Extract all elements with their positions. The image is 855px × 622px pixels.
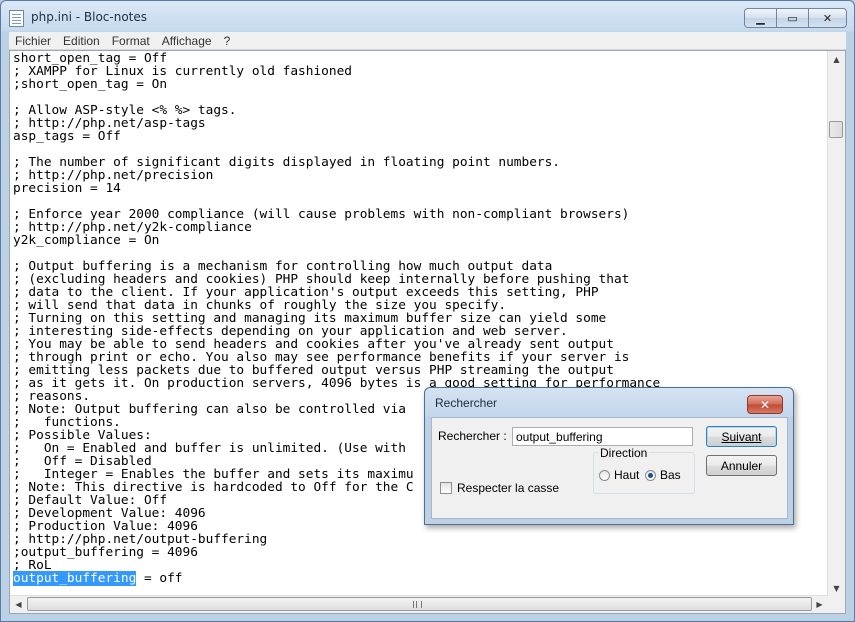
maximize-button[interactable]: ▭ — [776, 8, 809, 28]
window-title: php.ini - Bloc-notes — [31, 10, 148, 24]
scroll-up-arrow-icon[interactable]: ▲ — [828, 51, 845, 68]
minimize-button[interactable]: ▁ — [744, 8, 777, 28]
direction-up-radio[interactable] — [599, 470, 610, 481]
editor-line: ;output_buffering = 4096 — [13, 545, 198, 560]
scroll-right-arrow-icon[interactable]: ▶ — [811, 596, 828, 613]
menu-format[interactable]: Format — [106, 34, 156, 48]
line-remainder: = off — [136, 571, 183, 586]
menu-affichage[interactable]: Affichage — [156, 34, 218, 48]
find-dialog-body: Rechercher : Suivant Annuler Direction H… — [431, 417, 788, 519]
horizontal-scrollbar[interactable]: ◀ ▶ — [10, 595, 828, 613]
menu-edition[interactable]: Edition — [57, 34, 106, 48]
search-input[interactable] — [512, 427, 693, 446]
direction-group-label: Direction — [598, 446, 650, 460]
editor-line-current: output_buffering = off — [13, 571, 825, 586]
title-bar[interactable]: php.ini - Bloc-notes ▁ ▭ ✕ — [1, 1, 854, 32]
cancel-button[interactable]: Annuler — [706, 455, 777, 476]
editor-line: precision = 14 — [13, 181, 121, 196]
scroll-corner — [828, 596, 845, 613]
find-dialog: Rechercher ✕ Rechercher : Suivant Annule… — [424, 387, 794, 525]
search-label: Rechercher : — [438, 429, 507, 443]
selected-text: output_buffering — [13, 571, 137, 586]
editor-line: ;short_open_tag = On — [13, 77, 168, 92]
horizontal-scroll-thumb[interactable] — [27, 597, 812, 611]
scroll-left-arrow-icon[interactable]: ◀ — [10, 596, 27, 613]
menu-fichier[interactable]: Fichier — [9, 34, 57, 48]
caption-buttons: ▁ ▭ ✕ — [744, 8, 847, 28]
match-case-checkbox[interactable] — [440, 482, 452, 494]
find-dialog-close-button[interactable]: ✕ — [747, 395, 783, 414]
editor-line: ; http://php.net/asp-tags — [13, 116, 206, 131]
scroll-down-arrow-icon[interactable]: ▼ — [828, 580, 845, 597]
notepad-window: php.ini - Bloc-notes ▁ ▭ ✕ Fichier Editi… — [0, 0, 855, 622]
direction-up-label[interactable]: Haut — [614, 468, 639, 482]
match-case-label[interactable]: Respecter la casse — [457, 481, 559, 495]
direction-down-radio[interactable] — [645, 470, 656, 481]
direction-down-label[interactable]: Bas — [660, 468, 681, 482]
editor-line: ; http://php.net/precision — [13, 168, 214, 183]
scroll-grip-icon — [413, 601, 422, 608]
menu-bar: Fichier Edition Format Affichage ? — [9, 32, 846, 50]
notepad-app-icon[interactable] — [9, 10, 24, 27]
editor-line: asp_tags = Off — [13, 129, 121, 144]
next-button-label: Suivant — [721, 429, 762, 444]
next-button[interactable]: Suivant — [706, 426, 777, 447]
menu-help[interactable]: ? — [218, 34, 237, 48]
vertical-scroll-thumb[interactable] — [829, 121, 843, 138]
editor-line: y2k_compliance = On — [13, 233, 160, 248]
find-dialog-title: Rechercher — [435, 396, 498, 410]
text-editor[interactable]: short_open_tag = Off; XAMPP for Linux is… — [9, 50, 846, 614]
vertical-scrollbar[interactable]: ▲ ▼ — [827, 51, 845, 597]
close-button[interactable]: ✕ — [808, 8, 847, 28]
